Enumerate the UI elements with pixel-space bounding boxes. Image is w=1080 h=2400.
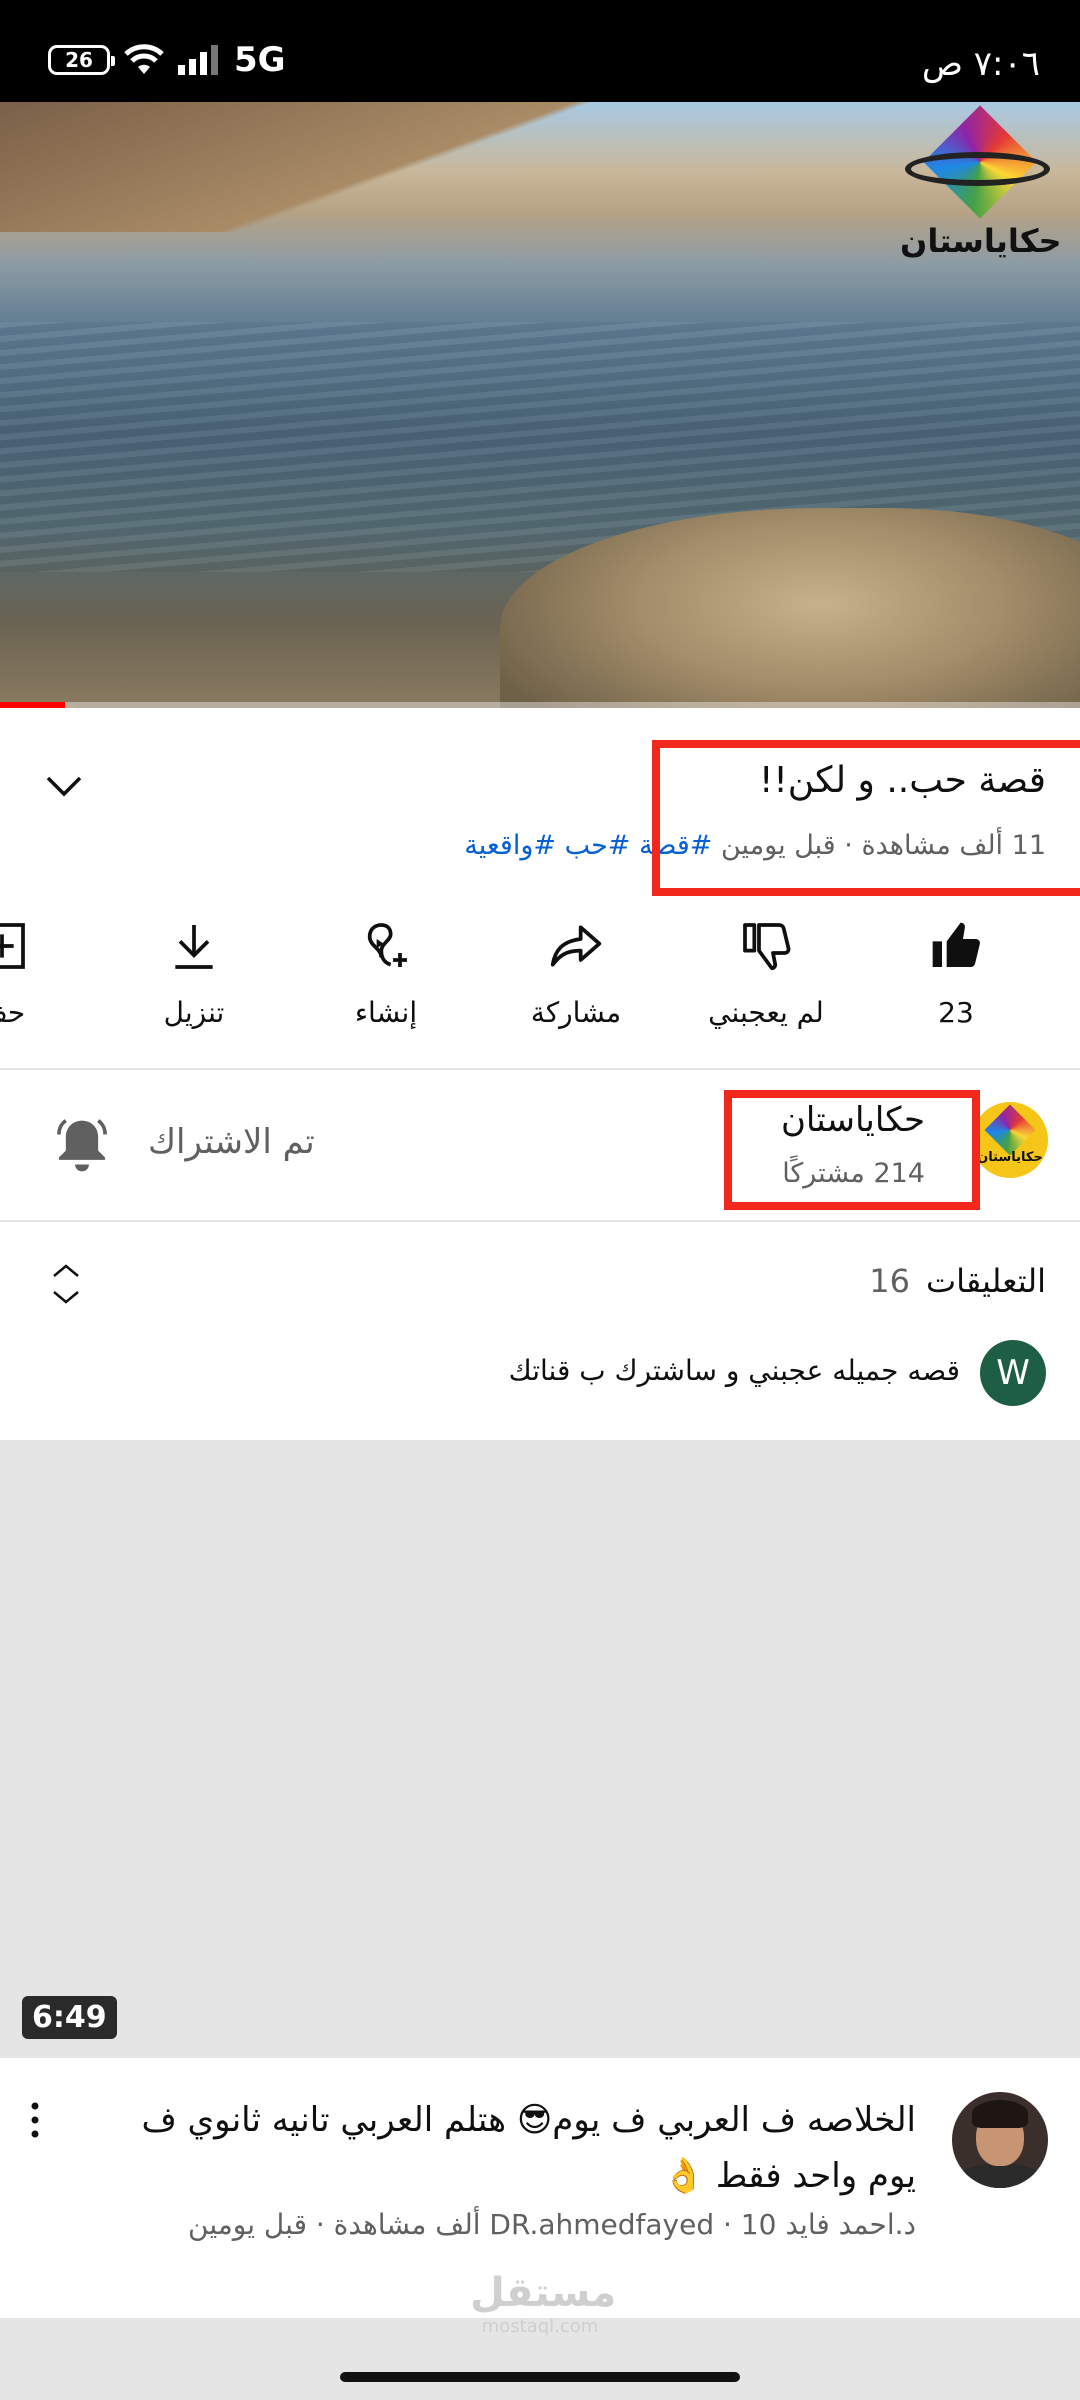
comment-teaser[interactable]: قصه جميله عجبني و ساشترك ب قناتك	[509, 1354, 960, 1387]
thumbs-down-icon	[743, 923, 791, 971]
share-label: مشاركة	[530, 996, 622, 1029]
dislike-button[interactable]: لم يعجبني	[686, 910, 846, 1029]
status-icons: 26 5G	[48, 40, 286, 80]
action-bar: 23 لم يعجبني مشاركة إنشاء تنزيل حف	[0, 910, 1080, 1050]
like-count: 23	[938, 996, 974, 1029]
video-progress-bar[interactable]	[0, 702, 1080, 708]
remix-label: إنشاء	[354, 996, 418, 1029]
download-label: تنزيل	[163, 996, 225, 1029]
clock: ٧:٠٦ ص	[921, 44, 1040, 84]
commenter-avatar: W	[980, 1340, 1046, 1406]
battery-level: 26	[65, 48, 93, 72]
more-options-icon[interactable]	[28, 2100, 42, 2140]
highlight-box-title	[652, 740, 1080, 896]
chevron-down-icon[interactable]	[44, 770, 84, 800]
recommended-video-thumbnail[interactable]	[0, 1440, 1080, 2058]
download-button[interactable]: تنزيل	[114, 910, 274, 1029]
dislike-label: لم يعجبني	[708, 996, 824, 1029]
highlight-box-channel	[724, 1090, 980, 1210]
save-label: حف	[0, 996, 26, 1029]
comments-header[interactable]: التعليقات 16	[869, 1262, 1046, 1300]
comments-title: التعليقات	[925, 1262, 1046, 1300]
comments-count: 16	[869, 1262, 910, 1300]
bell-icon[interactable]	[54, 1116, 110, 1176]
subscribed-button[interactable]: تم الاشتراك	[148, 1122, 315, 1162]
like-button[interactable]: 23	[876, 910, 1036, 1029]
divider	[0, 1068, 1080, 1070]
network-type: 5G	[234, 40, 286, 80]
channel-avatar[interactable]: حكاياستان	[972, 1102, 1048, 1178]
share-icon	[550, 925, 602, 967]
wifi-icon	[124, 44, 164, 74]
download-icon	[175, 925, 213, 969]
recommended-channel-avatar[interactable]	[952, 2092, 1048, 2188]
remix-button[interactable]: إنشاء	[306, 910, 466, 1029]
battery-icon: 26	[48, 45, 115, 75]
divider	[0, 1220, 1080, 1222]
mostaql-watermark: مستقل mostaql.com	[470, 2270, 617, 2337]
video-player[interactable]: حكاياستان	[0, 102, 1080, 708]
channel-logo-watermark: حكاياستان	[900, 105, 1062, 262]
home-indicator[interactable]	[340, 2372, 740, 2382]
signal-icon	[178, 45, 218, 75]
video-frame-cliff	[0, 102, 600, 232]
save-to-playlist-icon	[0, 923, 25, 969]
expand-comments-icon[interactable]	[50, 1262, 82, 1306]
share-button[interactable]: مشاركة	[496, 910, 656, 1029]
save-button[interactable]: حف	[0, 910, 82, 1029]
recommended-video-meta: د.احمد فايد DR.ahmedfayed · 10 ألف مشاهد…	[188, 2208, 916, 2241]
video-progress-fill	[0, 702, 65, 708]
recommended-video-title[interactable]: الخلاصه ف العربي ف يوم😎 هتلم العربي تاني…	[96, 2092, 916, 2204]
remix-icon	[367, 923, 407, 967]
status-bar: 26 5G ٧:٠٦ ص	[0, 0, 1080, 102]
video-duration-badge: 6:49	[22, 1996, 117, 2039]
thumbs-up-icon	[932, 922, 980, 967]
